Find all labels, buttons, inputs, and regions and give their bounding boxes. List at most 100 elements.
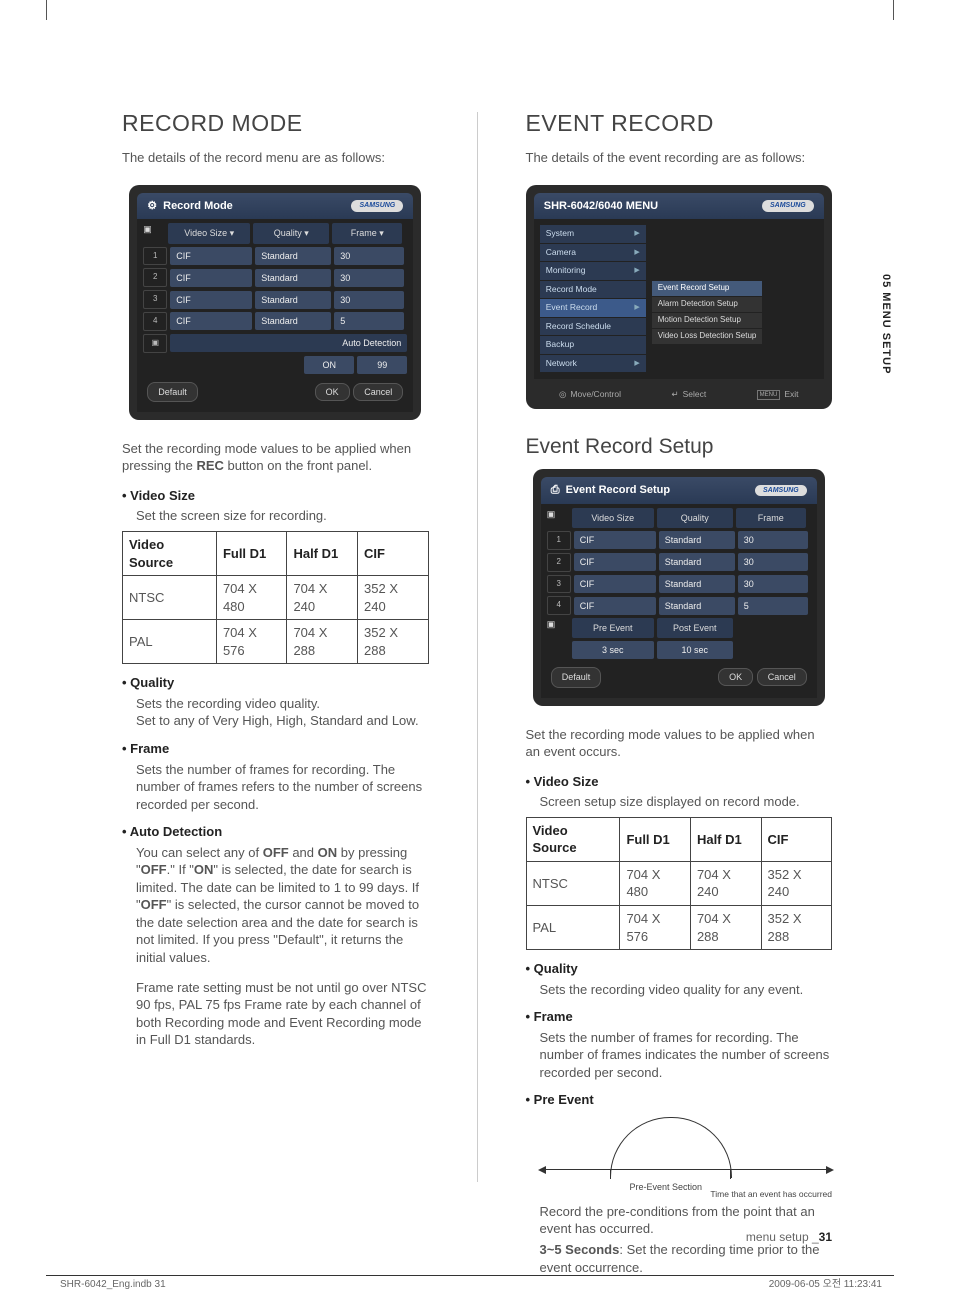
- cell-quality[interactable]: Standard: [255, 247, 331, 265]
- menu-item-backup[interactable]: Backup: [540, 336, 646, 353]
- submenu-video-loss-detection[interactable]: Video Loss Detection Setup: [652, 329, 763, 344]
- cell-frame[interactable]: 30: [738, 553, 808, 571]
- cell-quality[interactable]: Standard: [255, 291, 331, 309]
- cancel-button[interactable]: Cancel: [757, 668, 807, 686]
- td: 704 X 288: [287, 620, 358, 664]
- cell-size[interactable]: CIF: [574, 531, 656, 549]
- column-divider: [477, 112, 478, 1182]
- panel-row: 2 CIF Standard 30: [547, 553, 811, 572]
- channel-badge: 1: [143, 247, 167, 266]
- td: PAL: [123, 620, 217, 664]
- default-button[interactable]: Default: [551, 667, 602, 687]
- cell-quality[interactable]: Standard: [255, 312, 331, 330]
- submenu-motion-detection[interactable]: Motion Detection Setup: [652, 313, 763, 328]
- th: Half D1: [690, 817, 761, 861]
- move-icon: ◎: [559, 389, 566, 400]
- cell-quality[interactable]: Standard: [659, 575, 735, 593]
- menu-item-monitoring[interactable]: Monitoring▶: [540, 262, 646, 279]
- camera-icon: ▣: [547, 508, 569, 528]
- submenu-alarm-detection[interactable]: Alarm Detection Setup: [652, 297, 763, 312]
- menu-item-record-mode[interactable]: Record Mode: [540, 281, 646, 298]
- bullet-head: Frame: [122, 740, 429, 758]
- paragraph: Set the recording mode values to be appl…: [122, 440, 429, 475]
- cell-size[interactable]: CIF: [574, 597, 656, 615]
- label-event-time: Time that an event has occurred: [710, 1189, 832, 1200]
- cell-size[interactable]: CIF: [170, 312, 252, 330]
- tick-mark: [610, 1169, 611, 1179]
- auto-days-value[interactable]: 99: [357, 356, 407, 374]
- cell-size[interactable]: CIF: [170, 269, 252, 287]
- cell-size[interactable]: CIF: [170, 291, 252, 309]
- ok-button[interactable]: OK: [315, 383, 350, 401]
- cell-frame[interactable]: 30: [334, 247, 404, 265]
- cell-size[interactable]: CIF: [574, 553, 656, 571]
- samsung-logo: SAMSUNG: [762, 200, 814, 211]
- resolution-table: Video Source Full D1 Half D1 CIF NTSC 70…: [122, 531, 429, 664]
- pre-event-value[interactable]: 3 sec: [572, 641, 654, 659]
- channel-badge: 2: [547, 553, 571, 572]
- submenu-event-record-setup[interactable]: Event Record Setup: [652, 281, 763, 296]
- td: 352 X 288: [358, 620, 428, 664]
- bullet-head: Quality: [122, 674, 429, 692]
- cell-frame[interactable]: 30: [738, 575, 808, 593]
- menu-item-system[interactable]: System▶: [540, 225, 646, 242]
- bullet-list: Video Size Set the screen size for recor…: [122, 487, 429, 1049]
- post-event-value[interactable]: 10 sec: [657, 641, 733, 659]
- col-frame[interactable]: Frame ▾: [332, 223, 402, 243]
- panel-row: 3 CIF Standard 30: [547, 575, 811, 594]
- camera-icon: ▣: [143, 223, 165, 243]
- channel-badge: 4: [143, 312, 167, 331]
- bullet-head: Frame: [526, 1008, 833, 1026]
- th: Full D1: [216, 532, 287, 576]
- ok-button[interactable]: OK: [718, 668, 753, 686]
- col-video-size[interactable]: Video Size ▾: [168, 223, 250, 243]
- chevron-right-icon: ▶: [634, 359, 639, 368]
- auto-detection-row: ▣ Auto Detection: [143, 334, 407, 353]
- td: 704 X 240: [690, 861, 761, 905]
- cell-quality[interactable]: Standard: [255, 269, 331, 287]
- cell-quality[interactable]: Standard: [659, 597, 735, 615]
- content-area: RECORD MODE The details of the record me…: [122, 108, 832, 1248]
- menu-footer: ◎Move/Control ↵Select MENUExit: [534, 389, 824, 400]
- cancel-button[interactable]: Cancel: [353, 383, 403, 401]
- td: NTSC: [123, 576, 217, 620]
- cell-frame[interactable]: 5: [334, 312, 404, 330]
- panel-row: 2 CIF Standard 30: [143, 268, 407, 287]
- bullet-body: Screen setup size displayed on record mo…: [540, 793, 833, 811]
- th: Video Source: [123, 532, 217, 576]
- td: PAL: [526, 905, 620, 949]
- col-pre-event: Pre Event: [572, 618, 654, 638]
- right-column: EVENT RECORD The details of the event re…: [526, 108, 833, 1248]
- menu-item-event-record[interactable]: Event Record▶: [540, 299, 646, 316]
- panel-row: 1 CIF Standard 30: [547, 531, 811, 550]
- col-frame: Frame: [736, 508, 806, 528]
- td: 352 X 240: [761, 861, 831, 905]
- col-quality[interactable]: Quality ▾: [253, 223, 329, 243]
- cell-size[interactable]: CIF: [170, 247, 252, 265]
- cell-frame[interactable]: 5: [738, 597, 808, 615]
- th: Half D1: [287, 532, 358, 576]
- cell-frame[interactable]: 30: [334, 269, 404, 287]
- channel-badge: 3: [143, 290, 167, 309]
- bullet-body: Sets the number of frames for recording.…: [540, 1029, 833, 1082]
- col-post-event: Post Event: [657, 618, 733, 638]
- pre-post-header: ▣ Pre Event Post Event: [547, 618, 811, 638]
- bullet-body: Sets the recording video quality for any…: [540, 981, 833, 999]
- menu-item-record-schedule[interactable]: Record Schedule: [540, 318, 646, 335]
- tick-mark: [730, 1169, 731, 1179]
- menu-key-icon: MENU: [757, 390, 781, 400]
- channel-badge: 1: [547, 531, 571, 550]
- cell-quality[interactable]: Standard: [659, 553, 735, 571]
- default-button[interactable]: Default: [147, 382, 198, 402]
- cell-frame[interactable]: 30: [738, 531, 808, 549]
- gear-icon: ⚙: [147, 199, 157, 214]
- col-quality: Quality: [657, 508, 733, 528]
- cell-quality[interactable]: Standard: [659, 531, 735, 549]
- cell-size[interactable]: CIF: [574, 575, 656, 593]
- menu-item-network[interactable]: Network▶: [540, 355, 646, 372]
- cell-frame[interactable]: 30: [334, 291, 404, 309]
- panel-header: SHR-6042/6040 MENU SAMSUNG: [534, 193, 824, 220]
- menu-item-camera[interactable]: Camera▶: [540, 244, 646, 261]
- heading-record-mode: RECORD MODE: [122, 108, 429, 139]
- auto-on-toggle[interactable]: ON: [304, 356, 354, 374]
